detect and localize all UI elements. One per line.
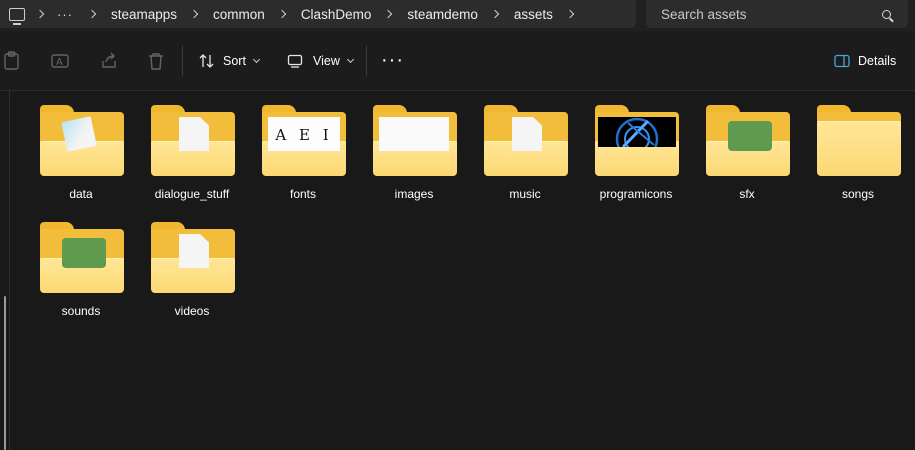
folder-icon xyxy=(151,222,235,293)
folder-name: songs xyxy=(841,187,875,201)
folder-icon xyxy=(40,105,124,176)
chevron-right-icon[interactable] xyxy=(87,9,97,19)
sort-button[interactable]: Sort xyxy=(199,31,260,90)
this-pc-icon[interactable] xyxy=(9,7,25,25)
chevron-right-icon[interactable] xyxy=(490,9,500,19)
chevron-right-icon[interactable] xyxy=(35,9,45,19)
view-icon xyxy=(287,54,303,68)
folder-item-dialogue-stuff[interactable]: dialogue_stuff xyxy=(142,101,242,211)
image-thumbnail xyxy=(379,117,449,151)
chevron-right-icon[interactable] xyxy=(189,9,199,19)
folder-icon xyxy=(151,105,235,176)
folder-item-videos[interactable]: videos xyxy=(142,218,242,328)
folder-name: programicons xyxy=(599,187,673,201)
folder-item-sounds[interactable]: sounds xyxy=(31,218,131,328)
view-label: View xyxy=(313,53,340,68)
font-preview-text: A E I xyxy=(275,126,333,144)
nav-scrollbar[interactable] xyxy=(4,296,6,450)
svg-text:A: A xyxy=(56,57,63,68)
trash-icon xyxy=(149,52,163,70)
document-icon xyxy=(179,117,209,151)
search-icon[interactable] xyxy=(882,9,891,19)
folder-name: sfx xyxy=(739,187,755,201)
folder-item-programicons[interactable]: programicons xyxy=(586,101,686,211)
breadcrumb[interactable]: ··· steamapps common ClashDemo steamdemo… xyxy=(0,0,636,28)
more-icon: ··· xyxy=(381,49,404,71)
folder-icon xyxy=(706,105,790,176)
delete-button[interactable] xyxy=(148,31,164,90)
breadcrumb-item-clashdemo[interactable]: ClashDemo xyxy=(299,7,374,22)
breadcrumb-item-steamapps[interactable]: steamapps xyxy=(109,7,179,22)
address-toolbar: ··· steamapps common ClashDemo steamdemo… xyxy=(0,0,915,31)
folder-name: images xyxy=(394,187,434,201)
paste-icon xyxy=(4,50,19,70)
document-icon xyxy=(179,234,209,268)
chevron-right-icon[interactable] xyxy=(565,9,575,19)
search-box[interactable]: Search assets xyxy=(646,0,908,28)
details-pane-icon xyxy=(834,54,850,67)
notepad-icon xyxy=(61,116,97,152)
folder-icon xyxy=(595,105,679,176)
command-bar: A Sort View ··· Details xyxy=(0,31,915,91)
chevron-down-icon xyxy=(346,55,354,63)
document-icon xyxy=(512,117,542,151)
search-input[interactable]: Search assets xyxy=(661,7,882,22)
details-label: Details xyxy=(858,53,897,68)
navigation-pane-edge[interactable] xyxy=(9,90,10,450)
folder-item-images[interactable]: images xyxy=(364,101,464,211)
breadcrumb-item-steamdemo[interactable]: steamdemo xyxy=(405,7,480,22)
folder-item-data[interactable]: data xyxy=(31,101,131,211)
paste-button[interactable] xyxy=(3,31,21,90)
view-button[interactable]: View xyxy=(287,31,354,90)
folder-name: fonts xyxy=(289,187,316,201)
more-options-button[interactable]: ··· xyxy=(381,31,404,90)
audio-file-icon xyxy=(62,238,106,268)
rename-icon: A xyxy=(51,53,69,68)
chevron-right-icon[interactable] xyxy=(384,9,393,19)
share-icon xyxy=(102,52,116,68)
blue-logo-thumbnail xyxy=(598,117,676,147)
breadcrumb-item-common[interactable]: common xyxy=(211,7,267,22)
folder-name: sounds xyxy=(61,304,101,318)
toolbar-divider xyxy=(182,45,183,76)
folder-icon xyxy=(817,105,901,176)
sort-icon xyxy=(199,53,214,68)
folder-name: videos xyxy=(174,304,210,318)
toolbar-divider xyxy=(366,45,367,76)
folder-icon xyxy=(40,222,124,293)
rename-button[interactable]: A xyxy=(51,31,71,90)
folder-item-sfx[interactable]: sfx xyxy=(697,101,797,211)
audio-file-icon xyxy=(728,121,772,151)
folder-icon: A E I xyxy=(262,105,346,176)
breadcrumb-overflow-button[interactable]: ··· xyxy=(57,7,73,22)
details-pane-button[interactable]: Details xyxy=(834,31,896,90)
chevron-right-icon[interactable] xyxy=(277,9,287,19)
folder-icon xyxy=(373,105,457,176)
share-button[interactable] xyxy=(100,31,118,90)
folder-item-songs[interactable]: songs xyxy=(808,101,908,211)
folder-icon xyxy=(484,105,568,176)
folder-name: music xyxy=(509,187,541,201)
chevron-down-icon xyxy=(252,55,260,63)
folder-name: dialogue_stuff xyxy=(154,187,230,201)
breadcrumb-item-assets[interactable]: assets xyxy=(512,7,555,22)
font-preview-thumbnail: A E I xyxy=(268,117,340,151)
folder-item-fonts[interactable]: A E I fonts xyxy=(253,101,353,211)
sort-label: Sort xyxy=(223,53,246,68)
folder-item-music[interactable]: music xyxy=(475,101,575,211)
folder-name: data xyxy=(69,187,93,201)
